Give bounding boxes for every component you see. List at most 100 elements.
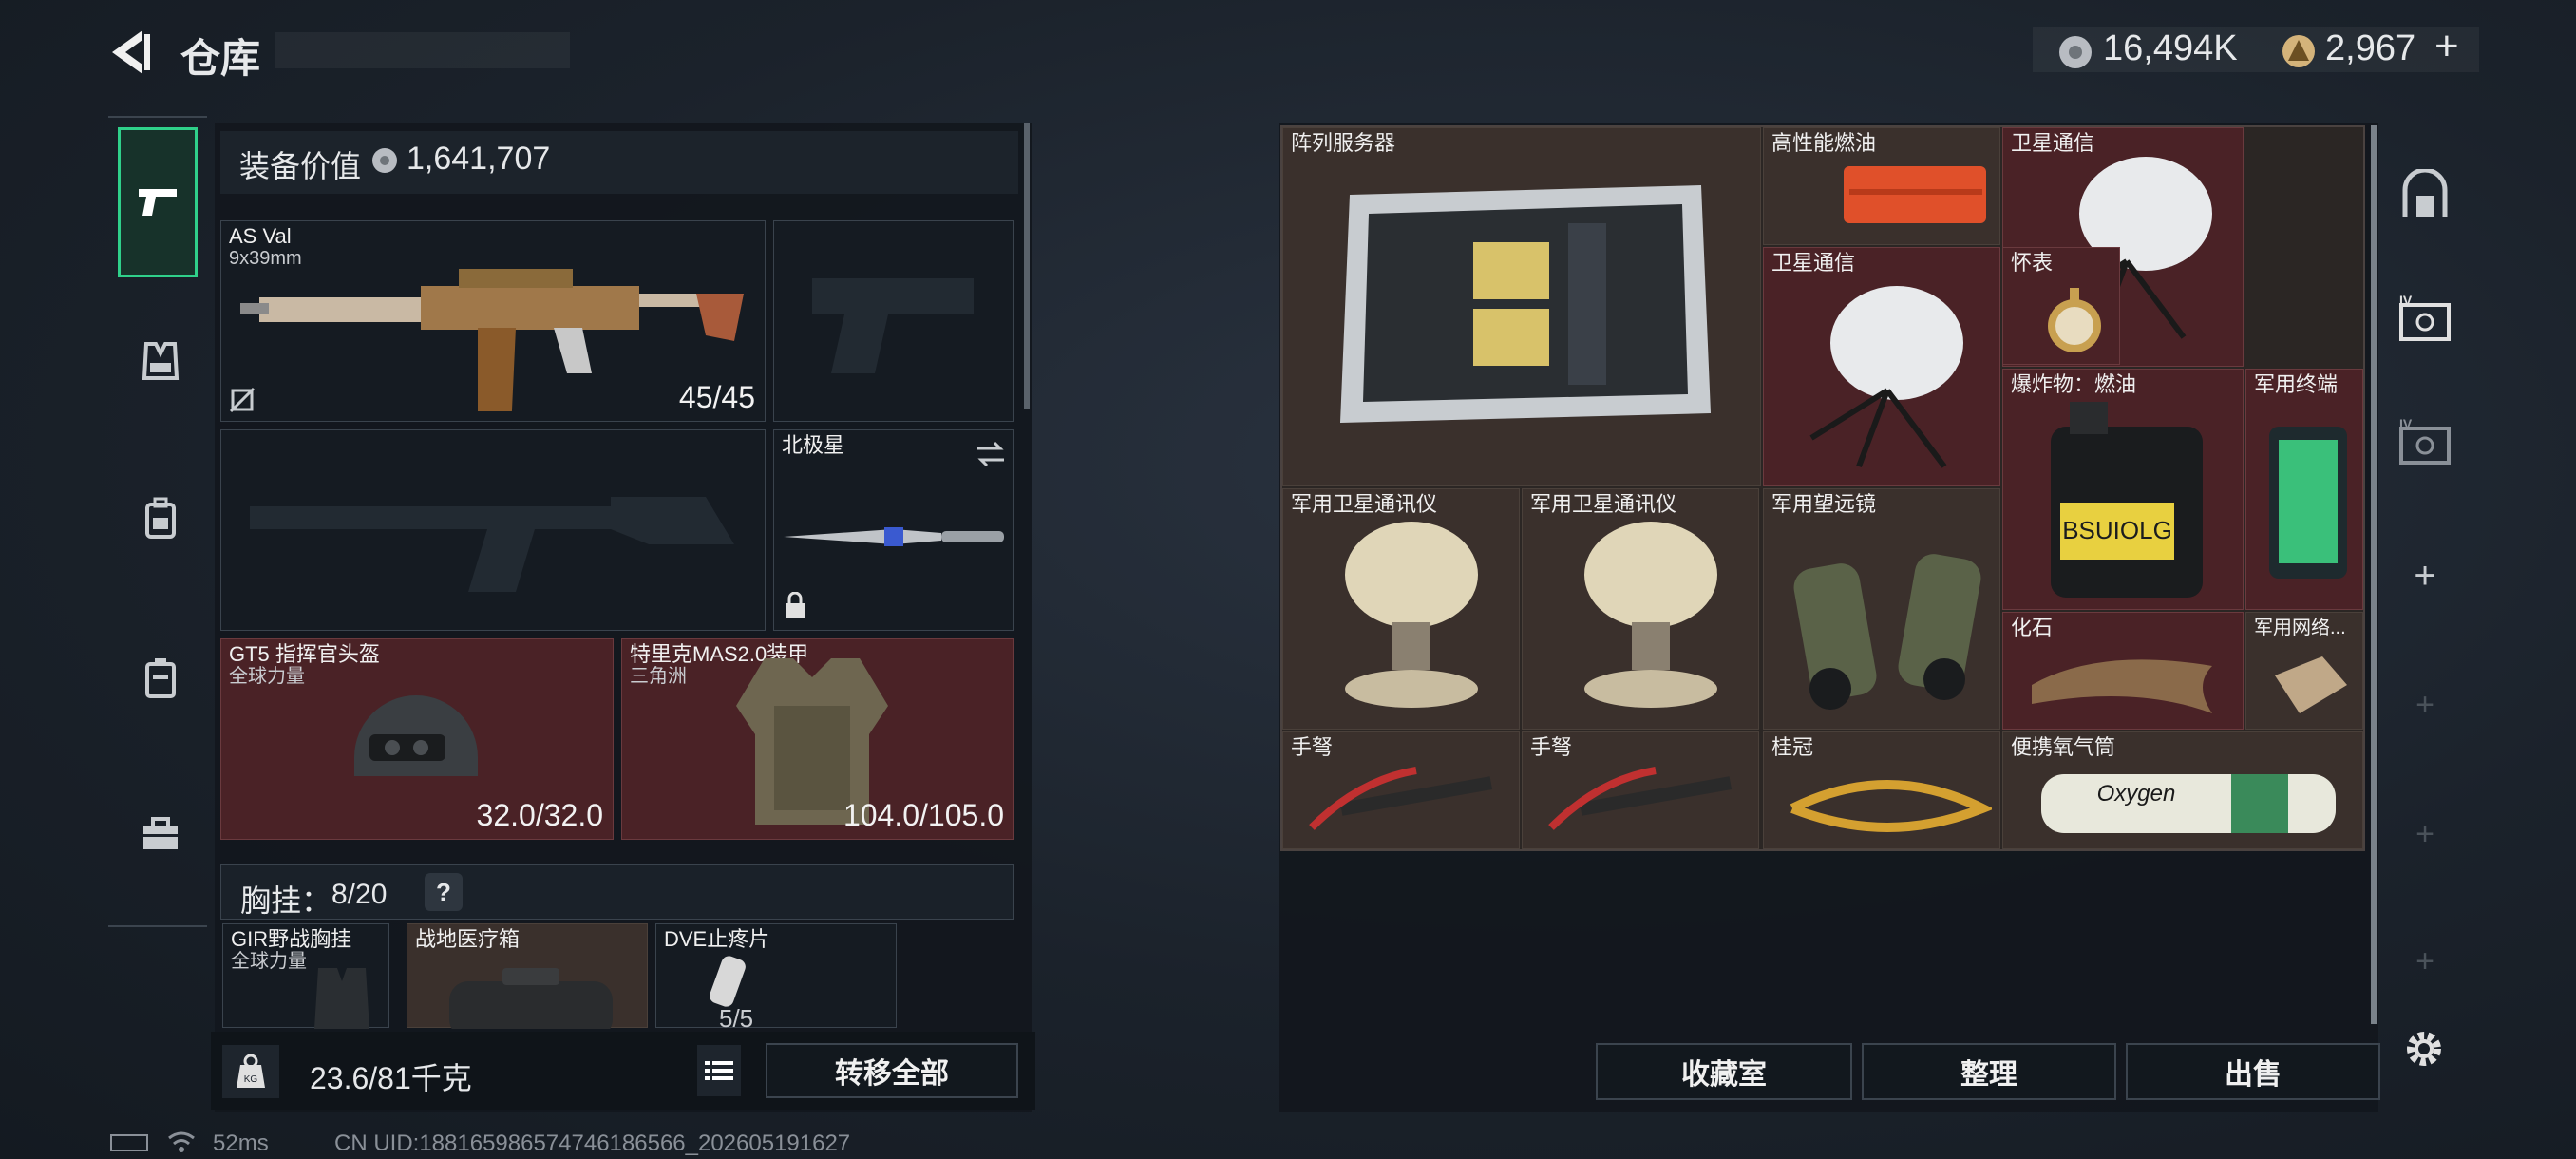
stash-item-pocket-watch[interactable]: 怀表: [2002, 247, 2120, 365]
item-name: 手弩: [1291, 735, 1334, 759]
primary-weapon-slot[interactable]: AS Val 9x39mm 45/45: [220, 220, 766, 422]
crossbow-icon: [1548, 767, 1733, 830]
page-title: 仓库: [180, 36, 261, 81]
stash-item-mil-satcom[interactable]: 军用卫星通讯仪: [1282, 488, 1520, 730]
item-name: 便携氧气筒: [2011, 735, 2116, 759]
pistol-slot[interactable]: [773, 220, 1014, 422]
coin-icon: [372, 148, 397, 173]
add-stash-slot[interactable]: +: [2382, 923, 2468, 999]
rig-item-vest[interactable]: GIR野战胸挂 全球力量: [222, 923, 389, 1029]
tab-stash-iv-1[interactable]: IV: [2382, 276, 2468, 361]
tab-vest[interactable]: [108, 332, 213, 390]
armor-slot[interactable]: 特里克MAS2.0装甲 三角洲 104.0/105.0: [621, 638, 1014, 840]
stash-item-fossil[interactable]: 化石: [2002, 612, 2244, 730]
oxygen-tank-icon: Oxygen: [2041, 774, 2336, 833]
back-button[interactable]: [106, 27, 154, 78]
ping-value: 52ms: [213, 1130, 269, 1156]
back-arrow-icon: [112, 30, 150, 74]
stash-scrollbar[interactable]: [2371, 125, 2377, 1024]
tab-toolbox[interactable]: [108, 806, 213, 863]
stash-item-crossbow[interactable]: 手弩: [1282, 732, 1520, 849]
sell-button[interactable]: 出售: [2126, 1043, 2380, 1100]
antenna-icon: [1345, 522, 1478, 708]
tab-stash-iv-2[interactable]: IV: [2382, 399, 2468, 484]
tab-case[interactable]: [108, 650, 213, 707]
rifle-icon: [240, 269, 744, 411]
equip-value-label: 装备价值: [239, 149, 362, 183]
list-view-button[interactable]: [697, 1045, 741, 1096]
user-uid: CN UID:188165986574746186566_20260519162…: [334, 1130, 851, 1156]
wifi-icon: [168, 1131, 195, 1152]
canister-label: BSUIOLG: [2062, 516, 2172, 544]
rig-item-name: DVE止疼片: [664, 927, 770, 951]
list-icon: [705, 1061, 733, 1080]
stash-item-explosive-fuel[interactable]: 爆炸物：燃油 BSUIOLG: [2002, 369, 2244, 610]
helmet-brand: 全球力量: [229, 666, 305, 687]
item-name: 手弩: [1530, 735, 1573, 759]
loadout-scrollbar[interactable]: [1024, 124, 1030, 408]
terminal-icon: [2269, 427, 2347, 579]
transfer-all-button[interactable]: 转移全部: [766, 1043, 1018, 1098]
rig-item-painkiller[interactable]: DVE止疼片 5/5: [655, 923, 897, 1033]
melee-slot[interactable]: 北极星: [773, 429, 1014, 631]
helmet-icon: [354, 695, 478, 776]
stash-item-fuel[interactable]: 高性能燃油: [1763, 127, 2000, 245]
stash-item-crossbow-2[interactable]: 手弩: [1522, 732, 1759, 849]
secondary-weapon-slot[interactable]: [220, 429, 766, 631]
helmet-durability: 32.0/32.0: [476, 798, 603, 832]
stash-item-laurel[interactable]: 桂冠: [1763, 732, 2000, 849]
fossil-claw-icon: [2032, 659, 2212, 713]
item-name: 爆炸物：燃油: [2011, 372, 2137, 396]
help-button[interactable]: ?: [425, 873, 463, 911]
rifle-silhouette-icon: [250, 497, 734, 592]
stash-item-network-device[interactable]: 军用网络...: [2245, 612, 2363, 730]
satellite-dish-icon: [1809, 286, 1963, 468]
item-name: 军用网络...: [2254, 618, 2346, 638]
item-name: 军用终端: [2254, 372, 2339, 396]
server-icon: [1340, 185, 1711, 423]
currency-amount: 16,494K: [2103, 28, 2238, 68]
rig-capacity: 8/20: [331, 879, 388, 910]
toolbox-icon: [143, 817, 178, 849]
pistol-silhouette-icon: [812, 278, 974, 373]
container-icon: [145, 658, 176, 698]
backpack-icon: [145, 497, 176, 539]
rig-label: 胸挂：: [240, 884, 332, 918]
item-name: 卫星通信: [1771, 251, 1856, 275]
settings-button[interactable]: [2397, 1022, 2451, 1075]
pocket-watch-icon: [2048, 288, 2101, 352]
helmet-slot[interactable]: GT5 指挥官头盔 全球力量 32.0/32.0: [220, 638, 614, 840]
tab-backpack[interactable]: [108, 490, 213, 547]
collection-room-button[interactable]: 收藏室: [1596, 1043, 1852, 1100]
pistol-icon: [139, 189, 177, 216]
swap-icon[interactable]: [974, 440, 1008, 468]
add-stash-slot[interactable]: +: [2382, 667, 2468, 743]
stash-item-binoculars[interactable]: 军用望远镜: [1763, 488, 2000, 730]
add-currency-button[interactable]: +: [2434, 23, 2459, 70]
knife-icon: [784, 527, 1004, 546]
stash-item-military-terminal[interactable]: 军用终端: [2245, 369, 2363, 610]
carry-weight: 23.6/81千克: [310, 1061, 472, 1095]
add-stash-button[interactable]: +: [2382, 538, 2468, 614]
organize-button[interactable]: 整理: [1862, 1043, 2116, 1100]
stash-item-satcom-2[interactable]: 卫星通信: [1763, 247, 2000, 486]
rig-item-count: 5/5: [719, 1004, 754, 1033]
title-decor: [275, 32, 570, 68]
weight-button[interactable]: KG: [222, 1045, 279, 1098]
stash-item-oxygen-tank[interactable]: 便携氧气筒 Oxygen: [2002, 732, 2363, 849]
ammo-count: 45/45: [678, 380, 755, 414]
crossbow-icon: [1309, 767, 1493, 830]
pill-bottle-icon: [710, 956, 746, 1007]
item-name: 军用卫星通讯仪: [1291, 492, 1438, 516]
tab-weapons[interactable]: [118, 127, 198, 277]
lock-icon: [786, 592, 805, 618]
rig-item-medkit[interactable]: 战地医疗箱: [407, 923, 648, 1029]
stash-item-server[interactable]: 阵列服务器: [1282, 127, 1761, 486]
add-stash-slot[interactable]: +: [2382, 796, 2468, 872]
safe-case-icon: IV: [2399, 417, 2451, 465]
gear-icon: [2407, 1032, 2441, 1066]
safe-case-icon: IV: [2399, 294, 2451, 341]
svg-text:KG: KG: [244, 1074, 258, 1085]
tab-stash-main[interactable]: [2382, 152, 2468, 238]
stash-item-mil-satcom-2[interactable]: 军用卫星通讯仪: [1522, 488, 1759, 730]
